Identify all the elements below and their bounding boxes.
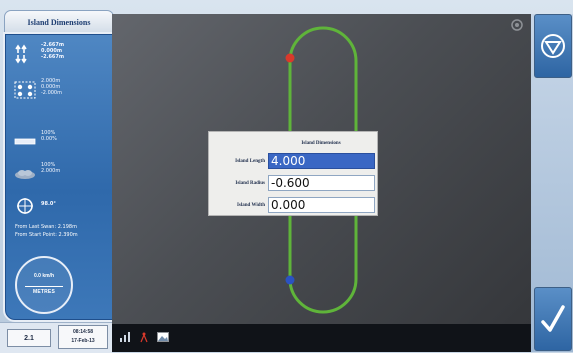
speed-units: METRES [32,289,56,295]
info-row-bar: 100% 0.00% [13,130,57,154]
info-row-cloud: 100% 2.000m [13,162,60,186]
info-panel: -2.667m 0.000m -2.667m 2.000m 0.000m -2.… [3,32,115,322]
dialog-header: Island Dimensions [301,140,341,146]
info-value: 2.000m [41,168,61,174]
status-value: 2.1 [7,329,51,347]
bottom-icon-group [118,330,170,344]
image-icon[interactable] [156,330,170,344]
settings-icon[interactable] [509,17,525,33]
time-text: 08:14:58 [72,329,93,335]
info-row-lines: -2.667m 0.000m -2.667m [13,42,64,66]
bottom-toolbar [112,324,531,352]
bar-icon [13,130,37,154]
dialog-row-width: Island Width 0.000 [209,196,379,214]
signal-icon[interactable] [118,330,132,344]
info-row-grid: 2.000m 0.000m -2.000m [13,78,62,102]
speed-value: 0.0 km/h [33,273,54,279]
field-label: Island Width [236,202,265,208]
dialog-row-radius: Island Radius -0.600 [209,174,379,192]
dialog-row-length: Island Length 4.000 [209,152,379,170]
speed-dial: 0.0 km/h METRES [15,256,73,314]
info-row-heading: 98.0° [13,194,56,218]
rows-arrows-icon [13,42,37,66]
island-radius-field[interactable]: -0.600 [268,175,375,191]
info-value: -2.000m [41,90,62,96]
field-label: Island Radius [235,180,265,186]
grid-dots-icon [13,78,37,102]
from-start-point: From Start Point: 2.390m [15,232,78,238]
start-marker [285,53,295,63]
datetime-box: 08:14:58 17-Feb-13 [58,325,108,349]
speed-divider [25,286,63,287]
cancel-button[interactable] [534,14,572,78]
date-text: 17-Feb-13 [71,338,95,344]
island-length-field[interactable]: 4.000 [268,153,375,169]
checkmark-icon [541,305,565,332]
confirm-button[interactable] [534,287,572,351]
crosshair-icon [13,194,37,218]
island-dimensions-dialog: Island Dimensions Island Length 4.000 Is… [208,131,378,216]
from-last-swan: From Last Swan: 2.198m [15,224,77,230]
info-value: -2.667m [41,54,65,60]
island-width-field[interactable]: 0.000 [268,197,375,213]
field-label: Island Length [235,158,265,164]
cloud-icon [13,162,37,186]
info-value: 0.00% [41,136,57,142]
radio-tower-icon[interactable] [137,330,151,344]
end-marker [285,275,295,285]
heading-value: 98.0° [41,201,56,207]
down-triangle-circle-icon [541,34,565,58]
window-title: Island Dimensions [4,10,114,34]
